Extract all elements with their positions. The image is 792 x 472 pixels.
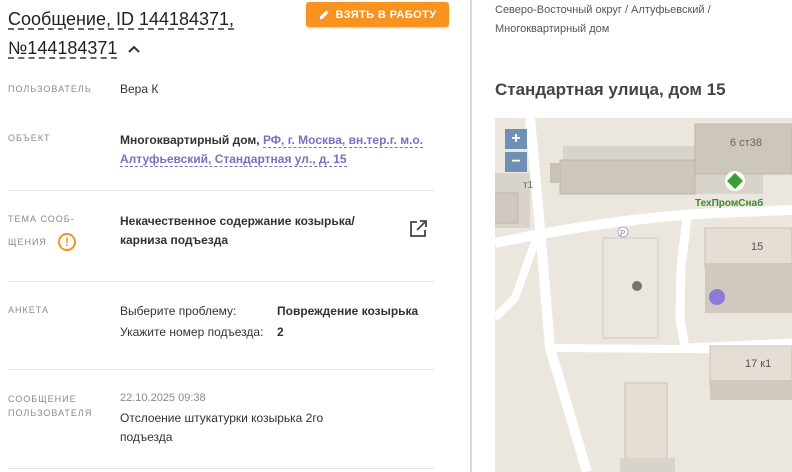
zoom-out-button[interactable]: − bbox=[505, 152, 527, 172]
object-label: ОБЪЕКТ bbox=[8, 133, 51, 143]
page-title: Сообщение, ID 144184371, №144184371 bbox=[8, 5, 288, 63]
user-label: ПОЛЬЗОВАТЕЛЬ bbox=[8, 84, 92, 94]
zoom-in-button[interactable]: + bbox=[505, 129, 527, 149]
chevron-up-icon[interactable] bbox=[128, 45, 141, 53]
map-label-parking: P bbox=[620, 229, 625, 238]
warning-icon: ! bbox=[58, 233, 76, 251]
map-label-left: т1 bbox=[523, 180, 534, 191]
pencil-icon bbox=[319, 10, 329, 20]
message-panel: Сообщение, ID 144184371, №144184371 ВЗЯТ… bbox=[0, 0, 470, 472]
topic-label-cont: ЩЕНИЯ bbox=[8, 237, 47, 247]
survey-label: АНКЕТА bbox=[8, 305, 49, 315]
map-label-building-top: 6 ст38 bbox=[730, 137, 762, 149]
survey-question: Выберите проблему: bbox=[120, 304, 237, 318]
survey-question: Укажите номер подъезда: bbox=[120, 325, 264, 339]
divider bbox=[8, 190, 434, 191]
divider bbox=[8, 468, 434, 469]
object-type: Многоквартирный дом, bbox=[120, 133, 260, 147]
map-panel: Северо-Восточный округ / Алтуфьевский / … bbox=[472, 0, 792, 472]
user-value: Вера К bbox=[120, 82, 159, 96]
topic-label: ТЕМА СООБ- bbox=[8, 214, 75, 224]
map-label-building-17: 17 к1 bbox=[745, 358, 771, 370]
map-canvas: т1 P 6 ст38 ТехПромСнаб 15 17 к1 bbox=[495, 118, 792, 472]
survey-answer: Повреждение козырька bbox=[277, 304, 419, 318]
message-text: Отслоение штукатурки козырька 2го подъез… bbox=[120, 411, 324, 444]
take-to-work-label: ВЗЯТЬ В РАБОТУ bbox=[335, 8, 437, 21]
open-external-icon[interactable] bbox=[408, 219, 428, 239]
topic-value: Некачественное содержание козырька/ карн… bbox=[120, 214, 355, 247]
map-label-poi: ТехПромСнаб bbox=[695, 197, 763, 209]
survey-answer: 2 bbox=[277, 325, 284, 339]
map[interactable]: т1 P 6 ст38 ТехПромСнаб 15 17 к1 + − bbox=[495, 118, 792, 472]
map-label-building-15: 15 bbox=[751, 241, 763, 253]
message-date: 22.10.2025 09:38 bbox=[120, 392, 206, 404]
divider bbox=[8, 369, 434, 370]
take-to-work-button[interactable]: ВЗЯТЬ В РАБОТУ bbox=[306, 2, 449, 27]
divider bbox=[8, 281, 434, 282]
title-text: Сообщение, ID 144184371, №144184371 bbox=[8, 9, 235, 58]
object-value: Многоквартирный дом, РФ, г. Москва, вн.т… bbox=[120, 131, 430, 169]
message-label-cont: ПОЛЬЗОВАТЕЛЯ bbox=[8, 408, 93, 418]
breadcrumb: Северо-Восточный округ / Алтуфьевский / … bbox=[495, 4, 711, 35]
map-address-title: Стандартная улица, дом 15 bbox=[495, 80, 726, 99]
